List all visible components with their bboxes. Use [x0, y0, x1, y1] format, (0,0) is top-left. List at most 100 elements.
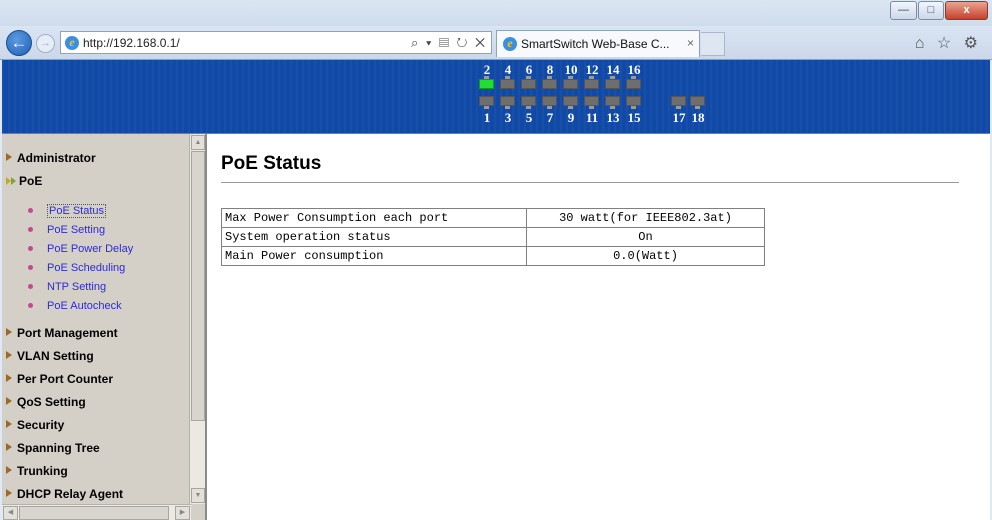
port-10-led[interactable] [563, 76, 578, 89]
row-value: 0.0(Watt) [526, 246, 765, 266]
port-number-label: 18 [691, 110, 705, 125]
table-row: Main Power consumption 0.0(Watt) [221, 246, 765, 266]
sidebar-subitem-poe-setting[interactable]: PoE Setting [28, 223, 105, 238]
horizontal-scrollbar-thumb[interactable] [19, 506, 169, 520]
sidebar-item-vlan-setting[interactable]: VLAN Setting [6, 348, 94, 364]
menu-arrow-icon [6, 153, 12, 161]
sidebar-item-label: QoS Setting [17, 395, 86, 409]
sidebar-item-label: Port Management [17, 326, 118, 340]
port-number-label: 15 [627, 110, 641, 125]
scroll-down-arrow-icon[interactable]: ▼ [191, 488, 205, 503]
port-number-label: 8 [546, 62, 554, 77]
close-window-button[interactable]: x [945, 1, 988, 20]
port-number-label: 2 [483, 62, 491, 77]
url-text[interactable]: http://192.168.0.1/ [83, 36, 180, 50]
sidebar-subitem-label: PoE Setting [47, 224, 106, 236]
sidebar-subitem-poe-power-delay[interactable]: PoE Power Delay [28, 242, 133, 257]
port-16-led[interactable] [626, 76, 641, 89]
page-title: PoE Status [221, 153, 322, 174]
sidebar-item-per-port-counter[interactable]: Per Port Counter [6, 371, 113, 387]
maximize-button[interactable]: □ [918, 1, 944, 20]
bullet-icon [28, 284, 33, 289]
port-5-led[interactable] [521, 96, 536, 109]
table-row: Max Power Consumption each port 30 watt(f… [221, 208, 765, 228]
sidebar-item-label: PoE [19, 174, 43, 188]
sidebar-item-label: Security [17, 418, 65, 432]
sidebar-subitem-label: PoE Power Delay [47, 243, 134, 255]
sidebar-subitem-ntp-setting[interactable]: NTP Setting [28, 280, 106, 295]
port-number-label: 10 [564, 62, 578, 77]
port-1-led[interactable] [479, 96, 494, 109]
port-4-led[interactable] [500, 76, 515, 89]
sidebar-subitem-label: PoE Status [47, 204, 107, 218]
address-bar[interactable]: e http://192.168.0.1/ ⌕ ▾ ▤ ↻ ✕ [60, 31, 492, 54]
minimize-button[interactable]: — [890, 1, 917, 20]
row-label: System operation status [221, 227, 527, 247]
forward-button[interactable]: → [36, 34, 55, 53]
port-11-led[interactable] [584, 96, 599, 109]
port-14-led[interactable] [605, 76, 620, 89]
row-value: On [526, 227, 765, 247]
scroll-up-arrow-icon[interactable]: ▲ [191, 135, 205, 150]
sidebar-vertical-scrollbar[interactable]: ▲ ▼ [189, 134, 205, 504]
menu-arrow-icon [6, 397, 12, 405]
sidebar-item-label: VLAN Setting [17, 349, 94, 363]
menu-arrow-icon [6, 420, 12, 428]
scroll-right-arrow-icon[interactable]: ▶ [175, 506, 190, 520]
port-number-label: 3 [504, 110, 512, 125]
sidebar-subitem-poe-scheduling[interactable]: PoE Scheduling [28, 261, 125, 276]
sidebar-item-trunking[interactable]: Trunking [6, 463, 68, 479]
port-number-label: 11 [585, 110, 599, 125]
sidebar-subitem-label: NTP Setting [47, 281, 107, 293]
table-row: System operation status On [221, 227, 765, 247]
port-number-label: 16 [627, 62, 641, 77]
sidebar-item-spanning-tree[interactable]: Spanning Tree [6, 440, 100, 456]
sidebar-item-label: Trunking [17, 464, 68, 478]
back-button[interactable]: ← [6, 30, 32, 56]
port-18-led[interactable] [690, 96, 705, 109]
scrollbar-thumb[interactable] [191, 151, 205, 421]
new-tab-button[interactable] [701, 32, 725, 56]
row-label: Main Power consumption [221, 246, 527, 266]
page-frames: Administrator PoE PoE Status PoE Setting PoE… [2, 133, 990, 520]
port-number-label: 6 [525, 62, 533, 77]
menu-arrow-icon [6, 443, 12, 451]
port-13-led[interactable] [605, 96, 620, 109]
tab-favicon-icon: e [503, 37, 517, 51]
port-12-led[interactable] [584, 76, 599, 89]
sidebar-item-port-management[interactable]: Port Management [6, 325, 118, 341]
scroll-left-arrow-icon[interactable]: ◀ [3, 506, 18, 520]
menu-arrow-icon [6, 351, 12, 359]
address-bar-tools[interactable]: ⌕ ▾ ▤ ↻ ✕ [411, 35, 487, 51]
menu-arrow-icon [6, 374, 12, 382]
sidebar-item-qos-setting[interactable]: QoS Setting [6, 394, 86, 410]
port-number-label: 14 [606, 62, 620, 77]
port-6-led[interactable] [521, 76, 536, 89]
sidebar-horizontal-scrollbar[interactable]: ◀ ▶ [2, 504, 191, 520]
port-7-led[interactable] [542, 96, 557, 109]
port-9-led[interactable] [563, 96, 578, 109]
tab-close-icon[interactable]: × [687, 36, 694, 50]
sidebar-item-administrator[interactable]: Administrator [6, 150, 96, 166]
port-number-label: 1 [483, 110, 491, 125]
sidebar-item-label: Spanning Tree [17, 441, 100, 455]
port-17-led[interactable] [671, 96, 686, 109]
sidebar-item-dhcp-relay-agent[interactable]: DHCP Relay Agent [6, 486, 123, 502]
main-content: PoE Status Max Power Consumption each po… [209, 134, 990, 520]
ie-page-icon: e [65, 36, 79, 50]
bullet-icon [28, 265, 33, 270]
home-favorites-settings-icons[interactable]: ⌂ ☆ ⚙ [915, 33, 982, 53]
sidebar-subitem-poe-status[interactable]: PoE Status [28, 204, 107, 219]
port-2-led[interactable] [479, 76, 494, 89]
tab-title[interactable]: SmartSwitch Web-Base C... [521, 37, 670, 51]
port-3-led[interactable] [500, 96, 515, 109]
sidebar-item-security[interactable]: Security [6, 417, 64, 433]
port-8-led[interactable] [542, 76, 557, 89]
port-number-label: 13 [606, 110, 620, 125]
sidebar-item-poe[interactable]: PoE [6, 173, 42, 189]
browser-tab[interactable]: e SmartSwitch Web-Base C... × [496, 30, 700, 57]
port-15-led[interactable] [626, 96, 641, 109]
sidebar-subitem-poe-autocheck[interactable]: PoE Autocheck [28, 299, 122, 314]
port-number-label: 4 [504, 62, 512, 77]
bullet-icon [28, 246, 33, 251]
